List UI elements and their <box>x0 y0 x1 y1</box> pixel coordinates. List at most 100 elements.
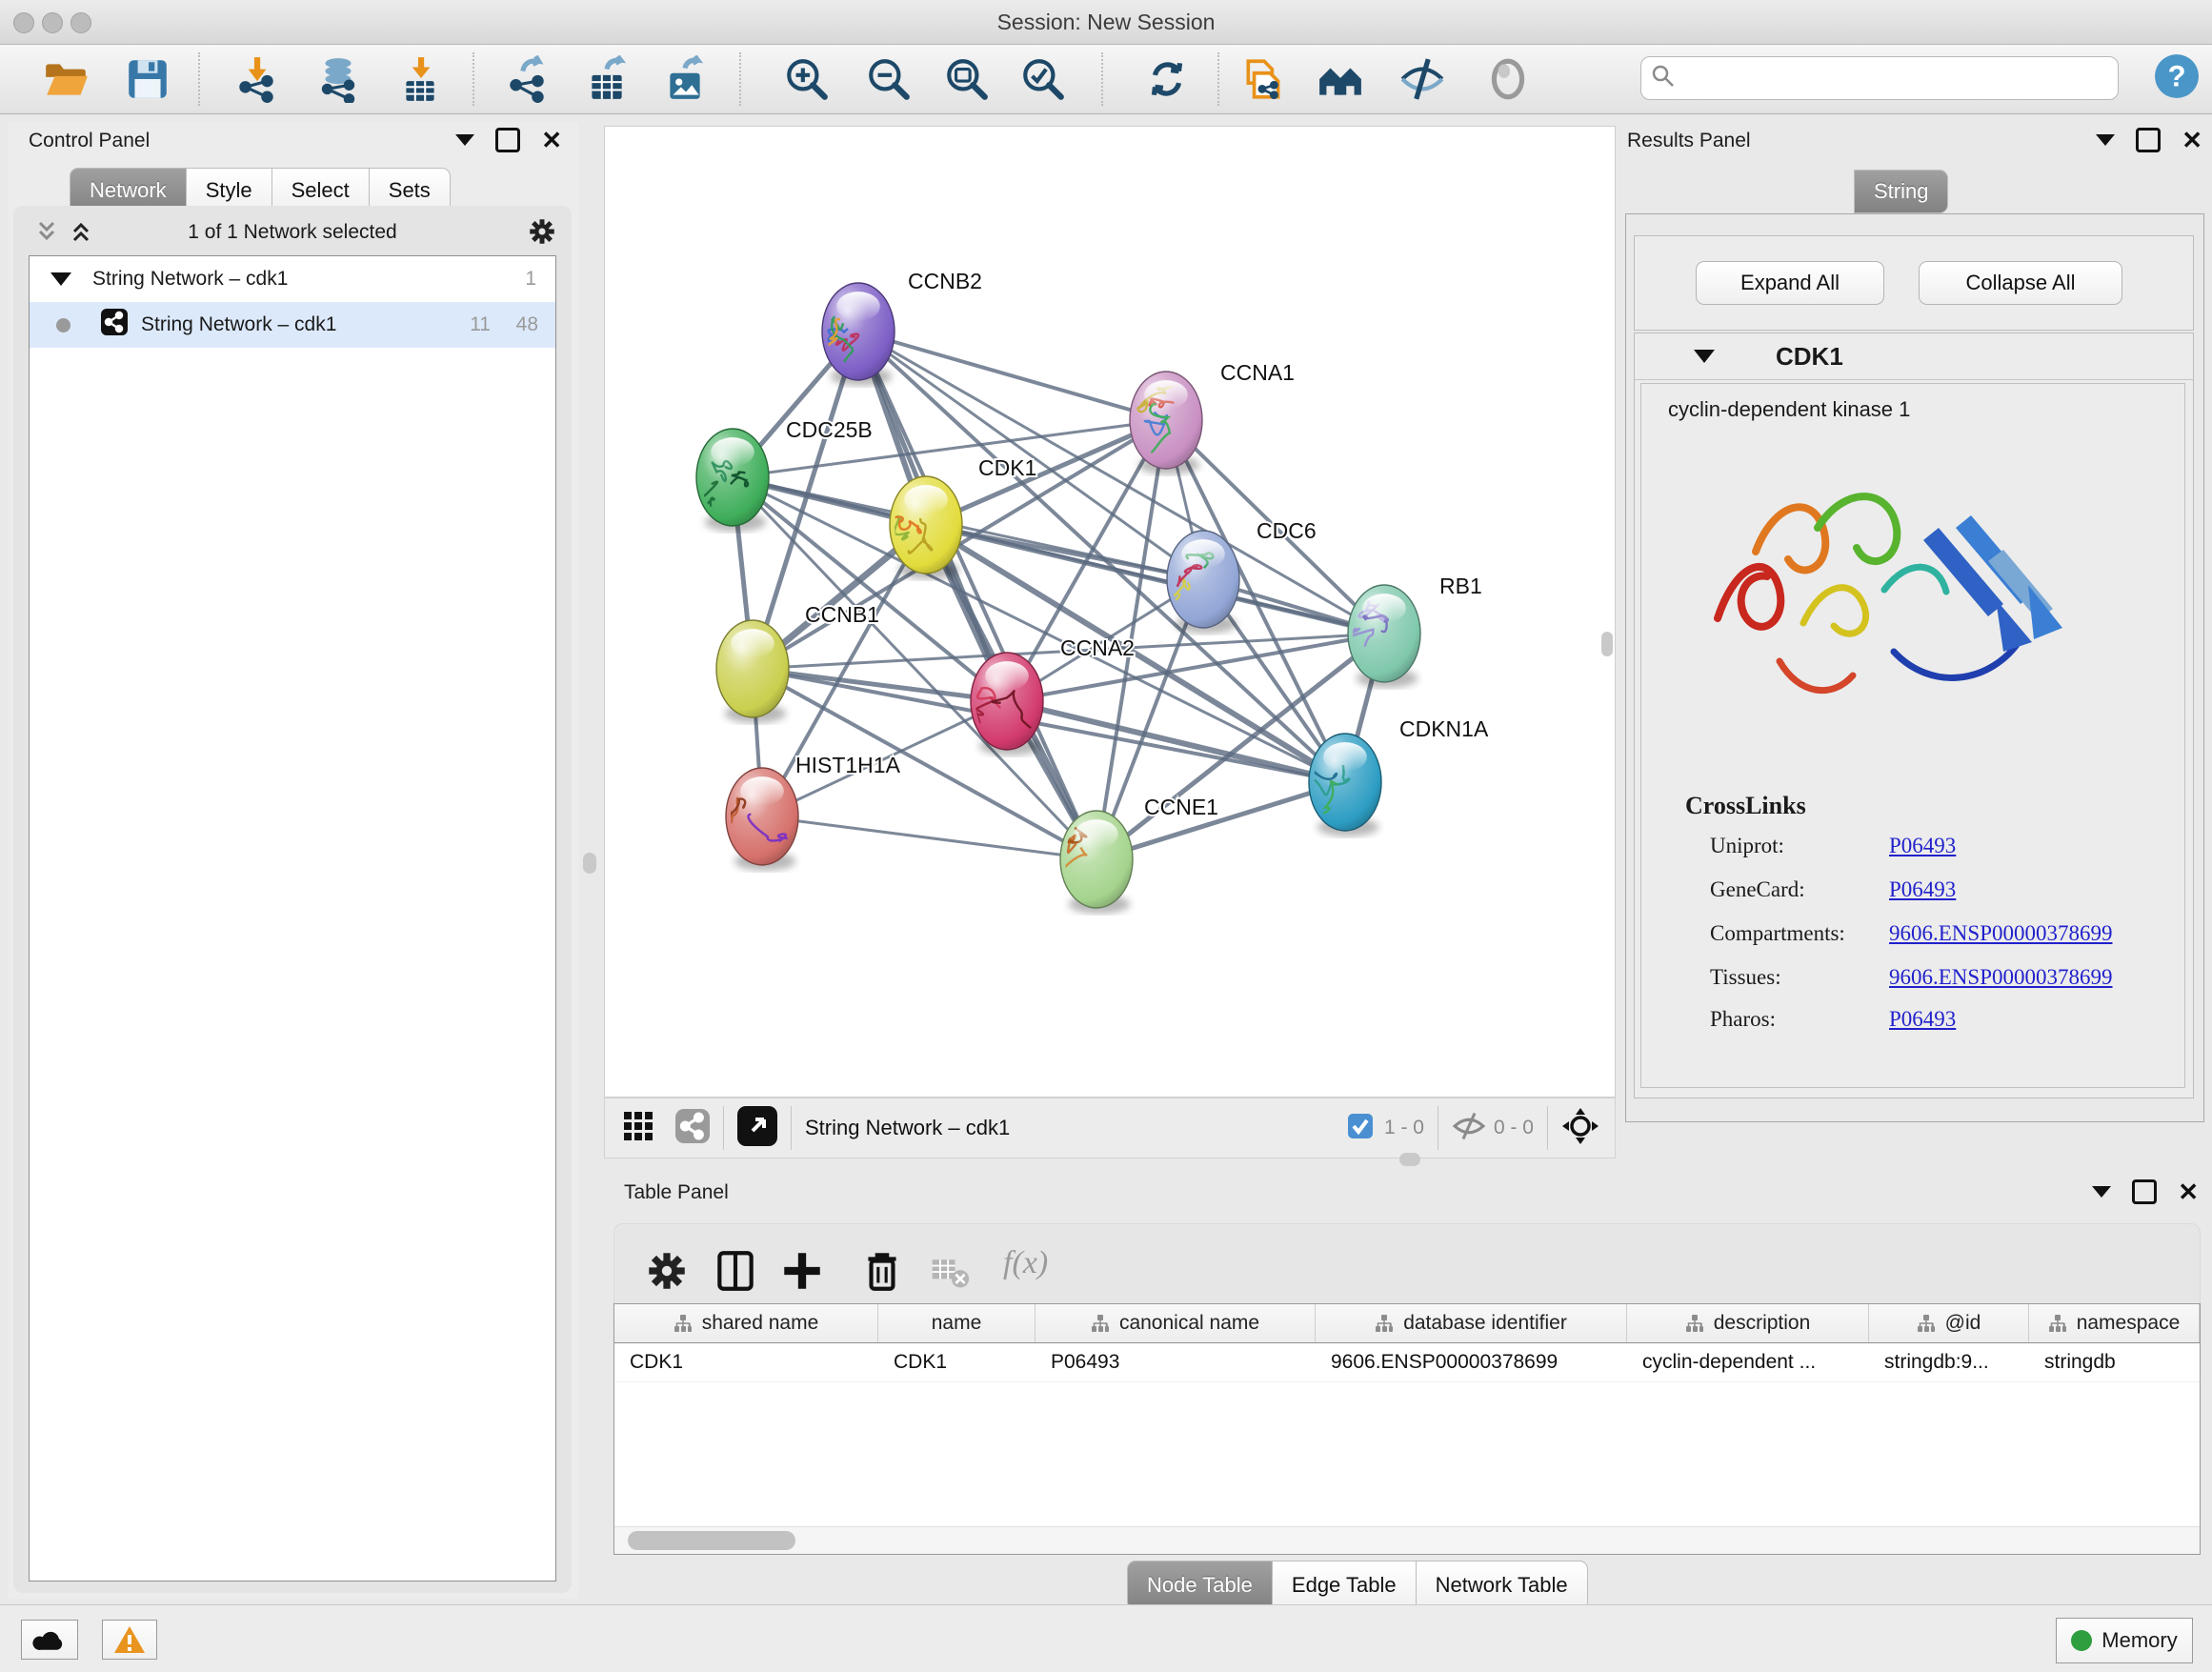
column-header-canonical-name[interactable]: canonical name <box>1036 1304 1316 1342</box>
crosslink-label: Pharos: <box>1710 1007 1776 1032</box>
cell-name[interactable]: CDK1 <box>878 1343 1036 1381</box>
selected-checkbox-icon[interactable] <box>1346 1112 1375 1145</box>
crosslink-genecard-link[interactable]: P06493 <box>1889 877 1956 902</box>
network-node-cdkn1a[interactable] <box>1292 734 1381 836</box>
export-table-icon[interactable] <box>583 55 631 103</box>
column-header-shared-name[interactable]: shared name <box>614 1304 878 1342</box>
import-table-icon[interactable] <box>396 55 444 103</box>
column-header-namespace[interactable]: namespace <box>2029 1304 2200 1342</box>
network-canvas[interactable]: CCNB2CCNA1CDC25BCDK1CDC6RB1CCNB1CCNA2CDK… <box>604 126 1616 1098</box>
export-network-icon[interactable] <box>503 55 551 103</box>
node-label-hist1h1a: HIST1H1A <box>795 753 901 777</box>
crosslink-pharos-link[interactable]: P06493 <box>1889 1007 1956 1032</box>
node-label-ccna1: CCNA1 <box>1220 360 1295 385</box>
help-icon[interactable]: ? <box>2153 52 2201 100</box>
table-hscrollbar[interactable] <box>614 1526 2200 1554</box>
delete-table-icon[interactable] <box>929 1251 971 1293</box>
column-header-name[interactable]: name <box>878 1304 1036 1342</box>
string-homes-icon[interactable] <box>1317 55 1364 103</box>
panel-close-icon[interactable]: ✕ <box>2178 1182 2199 1201</box>
show-columns-icon[interactable] <box>712 1247 759 1295</box>
column-header-description[interactable]: description <box>1627 1304 1869 1342</box>
cloud-button[interactable] <box>21 1620 78 1660</box>
show-eye-icon[interactable] <box>1484 55 1532 103</box>
panel-float-icon[interactable] <box>495 128 520 152</box>
tab-edge-table[interactable]: Edge Table <box>1273 1561 1417 1610</box>
panel-close-icon[interactable]: ✕ <box>541 131 562 150</box>
zoom-selected-icon[interactable] <box>1019 55 1067 103</box>
cell-namespace[interactable]: stringdb <box>2029 1343 2200 1381</box>
panel-menu-icon[interactable] <box>455 134 474 146</box>
zoom-out-icon[interactable] <box>865 55 913 103</box>
column-header-database-identifier[interactable]: database identifier <box>1316 1304 1627 1342</box>
cell-canonical-name[interactable]: P06493 <box>1036 1343 1316 1381</box>
search-icon <box>1651 64 1676 93</box>
cell-shared-name[interactable]: CDK1 <box>614 1343 878 1381</box>
panel-float-icon[interactable] <box>2136 128 2161 152</box>
crosslink-uniprot-link[interactable]: P06493 <box>1889 834 1956 858</box>
panel-close-icon[interactable]: ✕ <box>2182 131 2202 150</box>
function-builder-icon[interactable]: f(x) <box>1003 1245 1048 1281</box>
network-share-icon[interactable] <box>675 1109 710 1148</box>
cell-description[interactable]: cyclin-dependent ... <box>1627 1343 1869 1381</box>
network-vscroll-thumb[interactable] <box>1601 632 1613 656</box>
pan-crosshair-icon[interactable] <box>1561 1107 1599 1150</box>
network-collection-row[interactable]: String Network – cdk1 1 <box>30 256 555 302</box>
gene-section-header[interactable]: CDK1 <box>1635 333 2193 380</box>
status-bar: Memory <box>0 1604 2212 1672</box>
warning-button[interactable] <box>102 1620 157 1660</box>
panel-menu-icon[interactable] <box>2096 134 2115 146</box>
table-row[interactable]: CDK1CDK1P064939606.ENSP00000378699cyclin… <box>614 1343 2200 1382</box>
gene-disclosure-icon[interactable] <box>1694 350 1715 363</box>
network-node-rb1[interactable] <box>1348 585 1420 682</box>
birdseye-toggle-icon[interactable] <box>737 1106 777 1151</box>
apply-layout-icon[interactable] <box>1143 55 1191 103</box>
network-node-cdc25b[interactable] <box>693 429 769 526</box>
open-session-icon[interactable] <box>42 55 90 103</box>
hidden-eye-slash-icon[interactable] <box>1452 1112 1486 1145</box>
network-node-hist1h1a[interactable] <box>712 768 798 865</box>
table-hscroll-thumb[interactable] <box>628 1531 795 1550</box>
add-column-icon[interactable] <box>778 1247 826 1295</box>
crosslink-label: GeneCard: <box>1710 877 1805 902</box>
crosslink-label: Tissues: <box>1710 965 1781 990</box>
cell--id[interactable]: stringdb:9... <box>1869 1343 2029 1381</box>
left-splitter-handle[interactable] <box>583 853 596 874</box>
tab-node-table[interactable]: Node Table <box>1127 1561 1273 1610</box>
export-image-icon[interactable] <box>661 55 709 103</box>
grid-view-icon[interactable] <box>622 1110 654 1147</box>
column-header--id[interactable]: @id <box>1869 1304 2029 1342</box>
zoom-fit-icon[interactable] <box>943 55 991 103</box>
network-node-ccna2[interactable] <box>971 653 1043 750</box>
import-network-from-database-icon[interactable] <box>314 55 362 103</box>
search-input[interactable] <box>1685 66 2118 91</box>
network-node-ccne1[interactable] <box>1036 811 1133 908</box>
duplicate-network-icon[interactable] <box>1240 55 1288 103</box>
network-options-gear-icon[interactable] <box>526 215 558 252</box>
bottom-splitter-handle[interactable] <box>1399 1153 1420 1166</box>
panel-menu-icon[interactable] <box>2092 1186 2111 1198</box>
zoom-in-icon[interactable] <box>783 55 831 103</box>
network-node-ccna1[interactable] <box>1130 372 1202 469</box>
search-field[interactable] <box>1640 56 2119 100</box>
collection-disclosure-icon[interactable] <box>50 272 71 286</box>
cell-database-identifier[interactable]: 9606.ENSP00000378699 <box>1316 1343 1627 1381</box>
network-node-ccnb1[interactable] <box>716 620 789 717</box>
table-gear-icon[interactable] <box>643 1247 691 1295</box>
memory-button[interactable]: Memory <box>2056 1618 2193 1663</box>
crosslink-tissues-link[interactable]: 9606.ENSP00000378699 <box>1889 965 2113 990</box>
tab-network-table[interactable]: Network Table <box>1417 1561 1588 1610</box>
network-row-selected[interactable]: String Network – cdk1 11 48 <box>30 302 555 348</box>
collapse-all-button[interactable]: Collapse All <box>1919 261 2122 305</box>
delete-column-icon[interactable] <box>858 1247 906 1295</box>
string-network-graph[interactable]: CCNB2CCNA1CDC25BCDK1CDC6RB1CCNB1CCNA2CDK… <box>605 127 1615 1097</box>
network-node-cdc6[interactable] <box>1166 531 1239 628</box>
network-node-ccnb2[interactable] <box>795 283 895 380</box>
tab-string[interactable]: String <box>1854 170 1948 213</box>
save-session-icon[interactable] <box>124 55 171 103</box>
expand-all-button[interactable]: Expand All <box>1696 261 1884 305</box>
import-network-icon[interactable] <box>232 55 280 103</box>
hide-eye-icon[interactable] <box>1398 55 1446 103</box>
panel-float-icon[interactable] <box>2132 1179 2157 1204</box>
crosslink-compartments-link[interactable]: 9606.ENSP00000378699 <box>1889 921 2113 946</box>
